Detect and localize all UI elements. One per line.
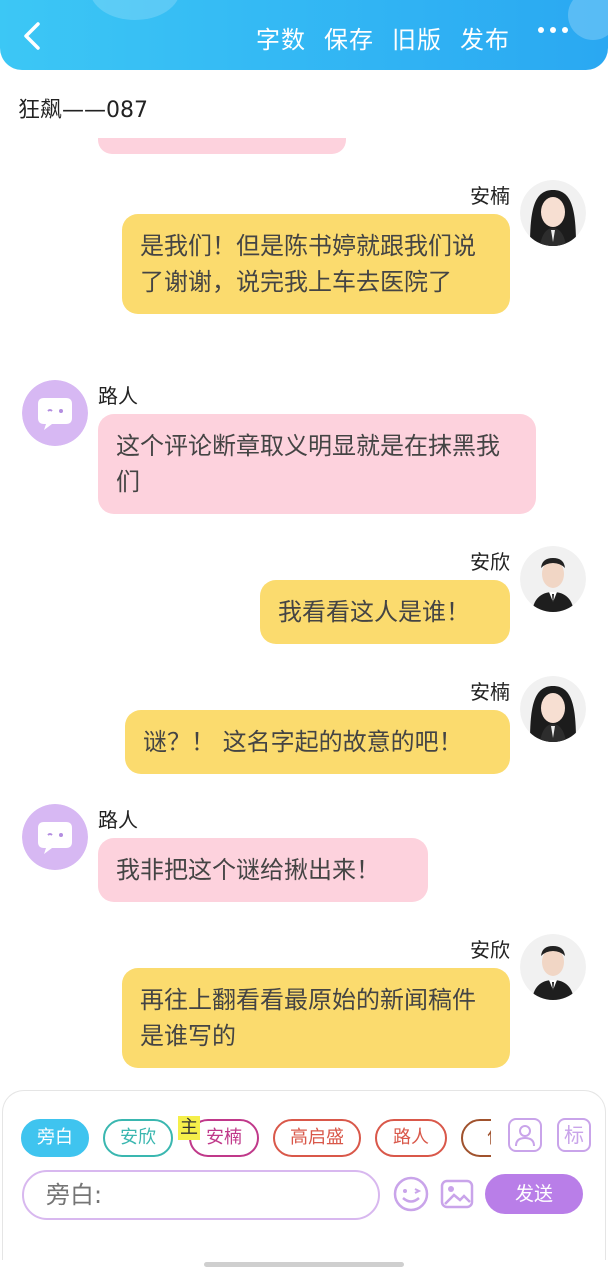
header-decoration: [568, 0, 608, 40]
tag-button[interactable]: 标: [557, 1118, 591, 1152]
male-avatar[interactable]: [520, 546, 586, 612]
chat-bubble-avatar[interactable]: [22, 380, 88, 446]
message-bubble[interactable]: 谜？！ 这名字起的故意的吧！: [125, 710, 510, 774]
send-button[interactable]: 发送: [485, 1174, 583, 1214]
speaker-name: 安楠: [470, 184, 510, 208]
speaker-name: 安楠: [470, 680, 510, 704]
message-input[interactable]: [22, 1170, 380, 1220]
message-bubble[interactable]: 再往上翻看看最原始的新闻稿件是谁写的: [122, 968, 510, 1068]
male-avatar[interactable]: [520, 934, 586, 1000]
top-bar: 字数 保存 旧版 发布: [0, 0, 608, 70]
female-avatar[interactable]: [520, 180, 586, 246]
role-chip-gaoqisheng[interactable]: 高启盛: [273, 1119, 361, 1157]
female-avatar[interactable]: [520, 676, 586, 742]
home-indicator: [204, 1262, 404, 1267]
speaker-name: 路人: [98, 808, 138, 832]
previous-message-stub: [98, 138, 346, 154]
speaker-name: 安欣: [470, 938, 510, 962]
speaker-name: 安欣: [470, 550, 510, 574]
message-bubble[interactable]: 我非把这个谜给揪出来！: [98, 838, 428, 902]
save-button[interactable]: 保存: [324, 20, 374, 55]
character-manage-icon[interactable]: [508, 1118, 542, 1152]
old-version-button[interactable]: 旧版: [392, 20, 442, 55]
header-decoration: [90, 0, 180, 20]
emoji-icon[interactable]: [392, 1175, 430, 1213]
more-options-icon[interactable]: [538, 27, 568, 33]
header-actions: 字数 保存 旧版 发布: [256, 20, 510, 55]
role-chip-list[interactable]: 旁白 安欣 安楠 高启盛 路人 作: [21, 1119, 491, 1159]
role-chip-passerby[interactable]: 路人: [375, 1119, 447, 1157]
role-chip-author[interactable]: 作: [461, 1119, 491, 1157]
chat-area[interactable]: 安楠 是我们！但是陈书婷就跟我们说了谢谢，说完我上车去医院了 路人 这个评论断章…: [0, 138, 608, 1088]
role-chip-anxin[interactable]: 安欣: [103, 1119, 173, 1157]
word-count-button[interactable]: 字数: [256, 20, 306, 55]
main-role-badge: 主: [178, 1116, 200, 1140]
message-bubble[interactable]: 是我们！但是陈书婷就跟我们说了谢谢，说完我上车去医院了: [122, 214, 510, 314]
chat-bubble-avatar[interactable]: [22, 804, 88, 870]
message-bubble[interactable]: 我看看这人是谁！: [260, 580, 510, 644]
message-bubble[interactable]: 这个评论断章取义明显就是在抹黑我们: [98, 414, 536, 514]
image-icon[interactable]: [438, 1175, 476, 1213]
document-title: 狂飙——087: [18, 98, 148, 123]
publish-button[interactable]: 发布: [460, 20, 510, 55]
role-chip-narration[interactable]: 旁白: [21, 1119, 89, 1157]
speaker-name: 路人: [98, 384, 138, 408]
back-arrow-icon[interactable]: [18, 20, 50, 52]
